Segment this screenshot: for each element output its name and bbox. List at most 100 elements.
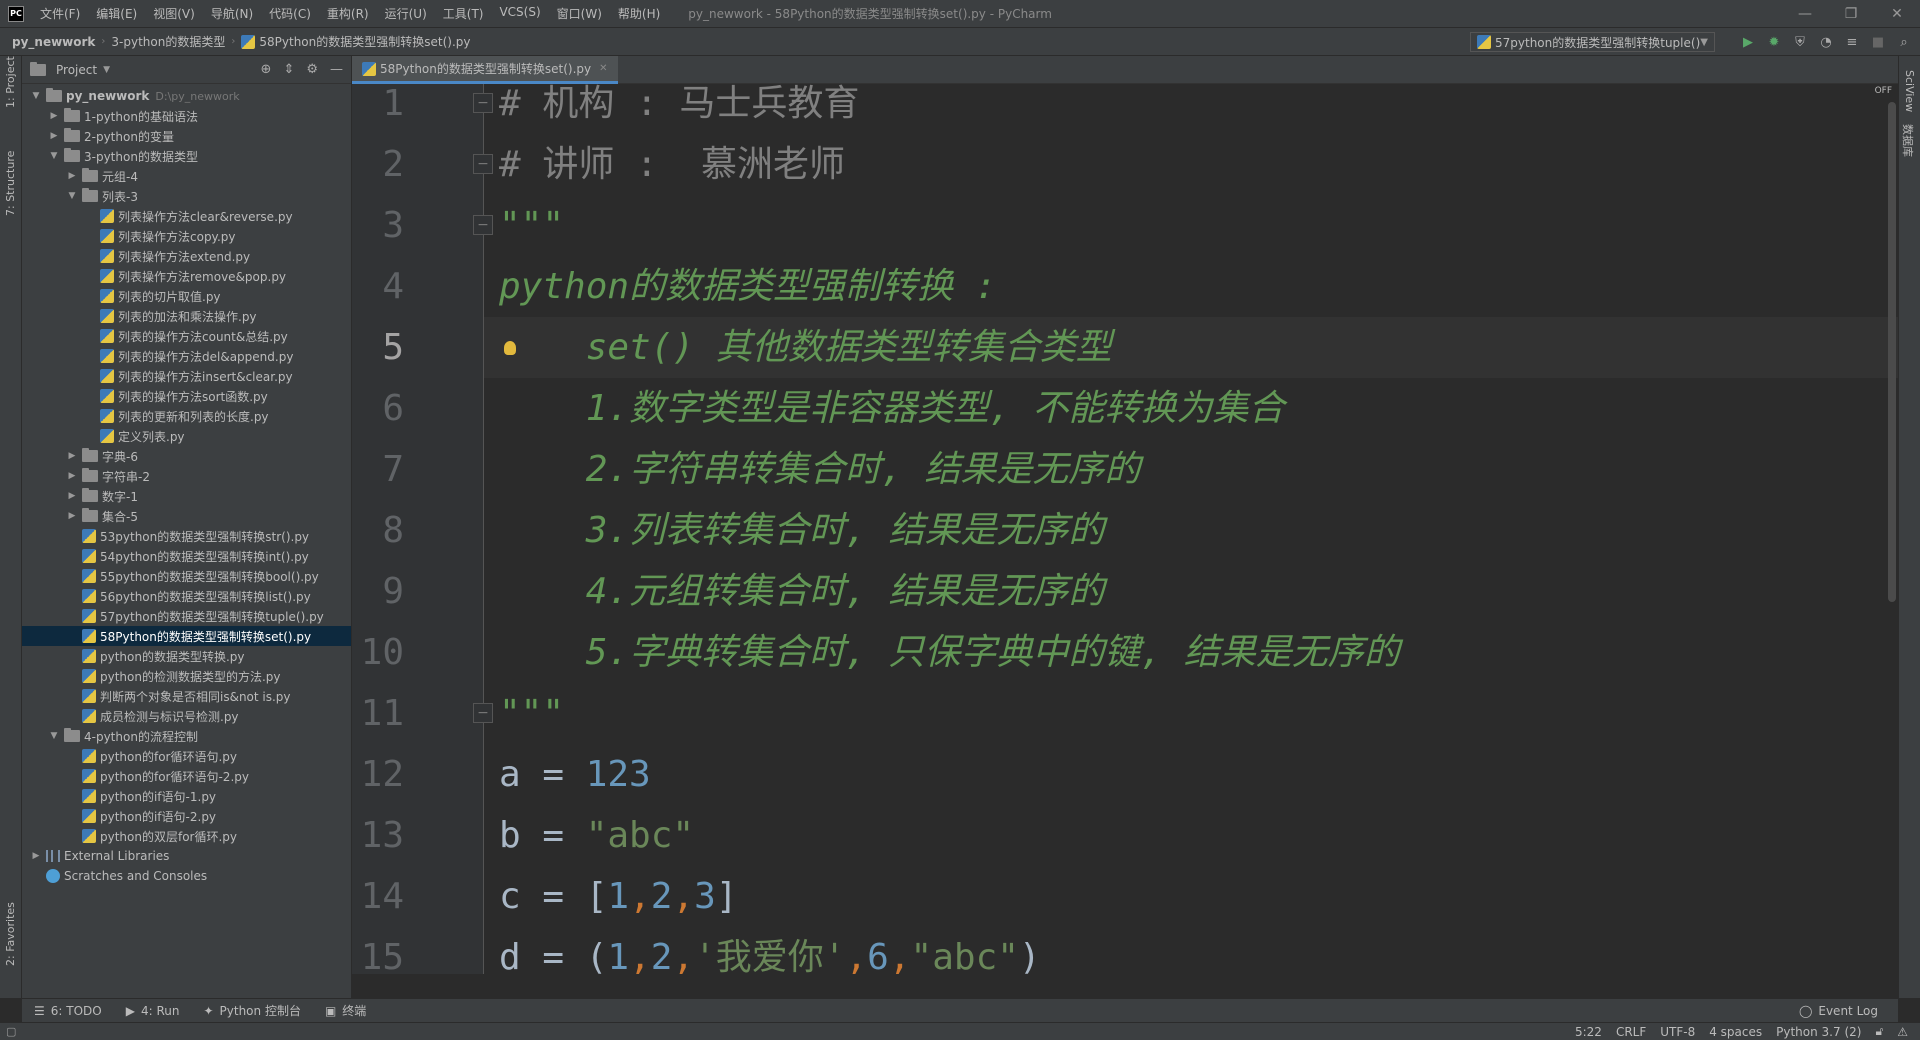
caret-position[interactable]: 5:22 [1575, 1025, 1602, 1039]
lock-icon[interactable]: 🔓︎ [1875, 1024, 1883, 1039]
tree-file[interactable]: 55python的数据类型强制转换bool().py [22, 566, 351, 586]
code-line[interactable]: 5.字典转集合时, 只保字典中的键, 结果是无序的 [499, 622, 1400, 683]
concurrency-icon[interactable]: ≡ [1844, 34, 1860, 50]
code-line[interactable]: """ [499, 683, 564, 744]
menu-item[interactable]: 视图(V) [145, 5, 203, 22]
code-line[interactable]: """ [499, 195, 564, 256]
code-line[interactable]: 1.数字类型是非容器类型, 不能转换为集合 [499, 378, 1285, 439]
tree-file[interactable]: python的for循环语句.py [22, 746, 351, 766]
fold-marker-icon[interactable]: − [473, 93, 493, 113]
tree-file[interactable]: 列表的操作方法sort函数.py [22, 386, 351, 406]
tree-folder[interactable]: ▼ py_newwork D:\py_newwork [22, 86, 351, 106]
locate-icon[interactable]: ⊕ [261, 62, 272, 77]
tree-file[interactable]: 列表的操作方法count&总结.py [22, 326, 351, 346]
code-editor[interactable]: 1 2 3 4 5 6 7 8 9 10 11 12 13 14 15 # 机构 : 马士兵教育 # 讲师 :… [352, 84, 1898, 974]
code-line[interactable]: python的数据类型强制转换 : [499, 256, 996, 317]
run-tool-button[interactable]: ▶ 4: Run [114, 1004, 192, 1018]
breadcrumb-file[interactable]: 58Python的数据类型强制转换set().py [235, 33, 476, 50]
scrollbar-thumb[interactable] [1888, 102, 1896, 602]
editor-scrollbar[interactable]: OFF [1875, 84, 1898, 974]
structure-tool-button[interactable]: 7: Structure [4, 151, 17, 216]
fold-marker-icon[interactable]: − [473, 215, 493, 235]
tree-file[interactable]: 56python的数据类型强制转换list().py [22, 586, 351, 606]
tree-folder[interactable]: ▶ 2-python的变量 [22, 126, 351, 146]
memory-icon[interactable]: ⚠︎ [1897, 1025, 1908, 1039]
debug-icon[interactable]: ✹ [1766, 34, 1782, 50]
chevron-right-icon[interactable]: ▶ [30, 851, 42, 861]
code-line[interactable]: a = 123 [499, 744, 651, 805]
tree-file[interactable]: python的数据类型转换.py [22, 646, 351, 666]
fold-marker-icon[interactable]: − [473, 703, 493, 723]
code-line[interactable]: 4.元组转集合时, 结果是无序的 [499, 561, 1105, 622]
fold-marker-icon[interactable]: − [473, 154, 493, 174]
file-encoding[interactable]: UTF-8 [1660, 1025, 1695, 1039]
chevron-right-icon[interactable]: ▶ [48, 111, 60, 121]
code-line[interactable]: 2.字符串转集合时, 结果是无序的 [499, 439, 1141, 500]
code-line[interactable]: c = [1,2,3] [499, 866, 738, 927]
run-configuration-select[interactable]: 57python的数据类型强制转换tuple() ▼ [1470, 32, 1715, 52]
chevron-right-icon[interactable]: ▶ [66, 491, 78, 501]
code-line[interactable]: # 讲师 : 慕洲老师 [499, 134, 845, 195]
tree-folder[interactable]: ▼ 3-python的数据类型 [22, 146, 351, 166]
intention-bulb-icon[interactable] [504, 341, 516, 355]
menu-item[interactable]: 文件(F) [32, 5, 88, 22]
terminal-tool-button[interactable]: ▣ 终端 [313, 1002, 378, 1019]
tree-file[interactable]: 列表的加法和乘法操作.py [22, 306, 351, 326]
inspection-status[interactable]: OFF [1875, 86, 1892, 96]
tree-folder[interactable]: ▶ 1-python的基础语法 [22, 106, 351, 126]
tree-file[interactable]: 57python的数据类型强制转换tuple().py [22, 606, 351, 626]
tree-item[interactable]: ▶ External Libraries [22, 846, 351, 866]
tree-file[interactable]: 58Python的数据类型强制转换set().py [22, 626, 351, 646]
tree-file[interactable]: 定义列表.py [22, 426, 351, 446]
tree-file[interactable]: 列表的操作方法insert&clear.py [22, 366, 351, 386]
chevron-down-icon[interactable]: ▼ [103, 65, 110, 75]
tree-file[interactable]: 列表操作方法remove&pop.py [22, 266, 351, 286]
close-icon[interactable]: ✕ [599, 63, 607, 74]
menu-item[interactable]: 工具(T) [435, 5, 492, 22]
tree-file[interactable]: python的if语句-2.py [22, 806, 351, 826]
tree-folder[interactable]: ▶ 元组-4 [22, 166, 351, 186]
menu-item[interactable]: 编辑(E) [88, 5, 145, 22]
python-console-button[interactable]: ✦ Python 控制台 [191, 1002, 312, 1019]
tree-file[interactable]: 列表操作方法copy.py [22, 226, 351, 246]
favorites-tool-button[interactable]: 2: Favorites [4, 902, 17, 966]
menu-item[interactable]: 运行(U) [377, 5, 435, 22]
chevron-down-icon[interactable]: ▼ [48, 151, 60, 161]
tree-file[interactable]: 判断两个对象是否相同is&not is.py [22, 686, 351, 706]
tree-file[interactable]: python的检测数据类型的方法.py [22, 666, 351, 686]
code-line[interactable]: # 机构 : 马士兵教育 [499, 84, 859, 134]
tree-file[interactable]: 列表操作方法extend.py [22, 246, 351, 266]
menu-item[interactable]: 帮助(H) [610, 5, 668, 22]
event-log-button[interactable]: ◯ Event Log [1799, 1004, 1898, 1018]
tree-file[interactable]: 列表的切片取值.py [22, 286, 351, 306]
editor-tab-active[interactable]: 58Python的数据类型强制转换set().py ✕ [352, 56, 618, 84]
chevron-down-icon[interactable]: ▼ [30, 91, 42, 101]
indent-setting[interactable]: 4 spaces [1709, 1025, 1762, 1039]
chevron-right-icon[interactable]: ▶ [48, 131, 60, 141]
code-line[interactable]: d = (1,2,'我爱你',6,"abc") [499, 927, 1041, 974]
tree-file[interactable]: 54python的数据类型强制转换int().py [22, 546, 351, 566]
close-icon[interactable]: ✕ [1874, 0, 1920, 28]
minimize-icon[interactable]: — [1782, 0, 1828, 28]
chevron-right-icon[interactable]: ▶ [66, 511, 78, 521]
tree-folder[interactable]: ▶ 数字-1 [22, 486, 351, 506]
chevron-right-icon[interactable]: ▶ [66, 171, 78, 181]
menu-item[interactable]: VCS(S) [491, 5, 548, 22]
chevron-right-icon[interactable]: ▶ [66, 471, 78, 481]
chevron-down-icon[interactable]: ▼ [48, 731, 60, 741]
menu-item[interactable]: 代码(C) [261, 5, 319, 22]
todo-tool-button[interactable]: ☰ 6: TODO [22, 1004, 114, 1018]
tool-windows-toggle-icon[interactable]: ▢ [6, 1025, 16, 1038]
tree-folder[interactable]: ▼ 4-python的流程控制 [22, 726, 351, 746]
tree-file[interactable]: python的双层for循环.py [22, 826, 351, 846]
tree-file[interactable]: python的if语句-1.py [22, 786, 351, 806]
code-line[interactable]: set() 其他数据类型转集合类型 [499, 317, 1112, 378]
tree-folder[interactable]: ▶ 字符串-2 [22, 466, 351, 486]
code-line[interactable]: 3.列表转集合时, 结果是无序的 [499, 500, 1105, 561]
menu-item[interactable]: 导航(N) [203, 5, 261, 22]
breadcrumb-project[interactable]: py_newwork [0, 35, 101, 49]
tree-file[interactable]: 列表操作方法clear&reverse.py [22, 206, 351, 226]
python-interpreter[interactable]: Python 3.7 (2) [1776, 1025, 1861, 1039]
menu-item[interactable]: 重构(R) [319, 5, 377, 22]
menu-item[interactable]: 窗口(W) [549, 5, 610, 22]
